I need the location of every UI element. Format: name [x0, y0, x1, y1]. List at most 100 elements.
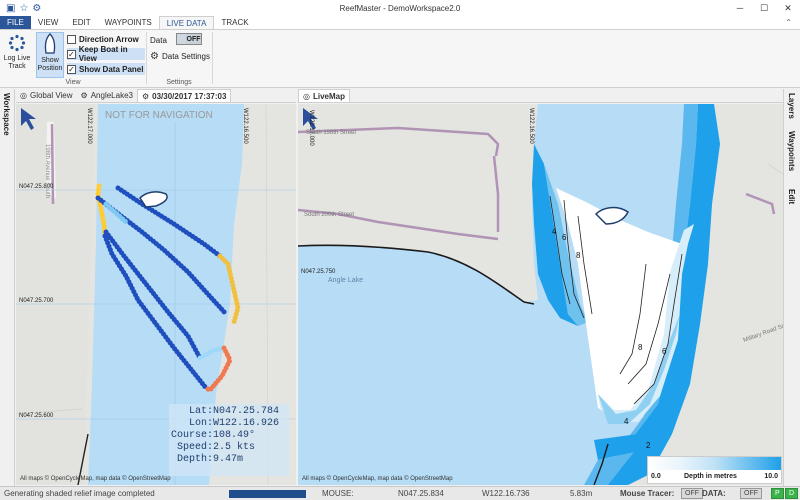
latitude-label: N047.25.600	[19, 413, 54, 419]
gear-icon[interactable]: ⚙	[32, 3, 41, 14]
mouse-depth: 5.83m	[570, 489, 593, 498]
data-status-label: DATA:	[702, 489, 726, 498]
street-label: South 198th Street	[306, 130, 356, 136]
road	[50, 123, 55, 205]
track-icon: ⚙	[141, 91, 150, 101]
depth-legend-title: Depth in metres	[684, 473, 737, 480]
minimize-button[interactable]: ─	[728, 0, 752, 16]
tab-track[interactable]: TRACK	[214, 16, 255, 29]
mouse-tracer-toggle[interactable]: OFF	[681, 488, 703, 499]
toggle-knob	[177, 34, 186, 44]
show-position-button[interactable]: Show Position	[36, 32, 64, 78]
close-button[interactable]: ✕	[776, 0, 800, 16]
street-label: South 200th Street	[304, 212, 354, 218]
ribbon-separator	[146, 32, 147, 84]
checkbox-box	[67, 35, 76, 44]
right-side-tabs: Layers Waypoints Edit	[783, 89, 800, 486]
window-title: ReefMaster - DemoWorkspace2.0	[339, 3, 461, 13]
show-data-panel-checkbox[interactable]: ✓ Show Data Panel	[67, 63, 145, 75]
data-settings-label: Data Settings	[161, 52, 210, 61]
contour-label: 4	[624, 417, 629, 426]
contour-label: 6	[662, 347, 667, 356]
longitude-label: W122.17.000	[308, 110, 314, 146]
depth-legend-gradient	[648, 457, 781, 470]
tab-anglelake3[interactable]: ⚙ AngleLake3	[77, 89, 137, 102]
data-row-speed: Speed: 2.5 kts	[169, 442, 289, 454]
tab-waypoints[interactable]: WAYPOINTS	[98, 16, 159, 29]
side-tab-edit[interactable]: Edit	[787, 189, 796, 204]
contour-label: 2	[646, 441, 651, 450]
show-position-label: Show Position	[37, 57, 63, 72]
keep-boat-in-view-checkbox[interactable]: ✓ Keep Boat in View	[67, 45, 145, 63]
mouse-latitude: N047.25.834	[398, 489, 444, 498]
data-row-label: Speed:	[176, 442, 213, 453]
side-tab-layers[interactable]: Layers	[787, 93, 796, 119]
tab-global-view[interactable]: ◎ Global View	[16, 89, 77, 102]
depth-legend: 0.0 Depth in metres 10.0	[647, 456, 782, 484]
settings-group-label: Settings	[166, 79, 192, 86]
check-icon: ✓	[67, 64, 76, 74]
log-live-track-button[interactable]: Log Live Track	[2, 34, 32, 78]
ribbon-collapse-icon[interactable]: ⌃	[785, 16, 800, 29]
mouse-label: MOUSE:	[322, 489, 354, 498]
tab-track-session[interactable]: ⚙ 03/30/2017 17:37:03	[136, 89, 232, 102]
tab-view[interactable]: VIEW	[31, 16, 65, 29]
depth-legend-max: 10.0	[764, 473, 778, 480]
boat-icon	[44, 33, 56, 54]
direction-arrow-label: Direction Arrow	[79, 35, 139, 44]
right-map-canvas[interactable]: W122.17.000 W122.16.500 N047.25.750 Angl…	[298, 104, 783, 485]
log-live-track-label: Log Live Track	[3, 55, 31, 70]
mouse-tracer-label: Mouse Tracer:	[620, 489, 675, 498]
p-indicator[interactable]: P	[771, 488, 784, 499]
ribbon-separator	[212, 32, 213, 84]
data-toggle[interactable]: OFF	[176, 33, 202, 45]
data-row-course: Course: 108.49°	[169, 430, 289, 442]
side-tab-waypoints[interactable]: Waypoints	[787, 131, 796, 171]
left-pane-tabs: ◎ Global View ⚙ AngleLake3 ⚙ 03/30/2017 17:…	[16, 89, 296, 103]
data-row-value: W122.16.926	[213, 418, 280, 429]
chart-icon: ⚙	[80, 91, 88, 100]
title-bar: ▣ ☆ ⚙ ReefMaster - DemoWorkspace2.0 ─ ☐ …	[0, 0, 800, 16]
street-label: 198th Avenue South	[44, 144, 50, 198]
longitude-label: W122.16.500	[528, 108, 534, 144]
save-icon[interactable]: ▣	[6, 3, 15, 14]
direction-arrow-checkbox[interactable]: Direction Arrow	[67, 34, 145, 45]
longitude-label: W122.17.000	[86, 108, 92, 144]
data-row-label: Lat:	[188, 406, 213, 417]
check-icon: ✓	[67, 49, 76, 59]
workspace-label: Workspace	[2, 93, 11, 136]
tab-live-data[interactable]: LIVE DATA	[158, 16, 215, 29]
data-status-toggle[interactable]: OFF	[740, 488, 762, 499]
right-map[interactable]: W122.17.000 W122.16.500 N047.25.750 Angl…	[298, 104, 783, 485]
contour-label: 4	[552, 227, 557, 236]
tab-edit[interactable]: EDIT	[65, 16, 97, 29]
longitude-label: W122.16.500	[242, 108, 248, 144]
mouse-longitude: W122.16.736	[482, 489, 530, 498]
data-settings-button[interactable]: ⚙ Data Settings	[150, 51, 210, 62]
data-row-value: 2.5 kts	[213, 442, 256, 453]
d-indicator[interactable]: D	[785, 488, 799, 499]
live-data-panel: Lat: N047.25.784 Lon: W122.16.926 Course: 1…	[169, 404, 289, 476]
left-map[interactable]: NOT FOR NAVIGATION N047.25.800 N047.25.7…	[16, 104, 296, 485]
star-icon[interactable]: ☆	[19, 3, 28, 14]
maximize-button[interactable]: ☐	[752, 0, 776, 16]
status-message: Generating shaded relief image completed	[4, 489, 155, 498]
data-row-label: Course:	[170, 430, 213, 441]
data-row-value: 9.47m	[213, 454, 244, 465]
contour-label: 6	[562, 233, 567, 242]
quick-access-toolbar: ▣ ☆ ⚙	[0, 3, 41, 14]
status-bar: Generating shaded relief image completed…	[0, 486, 800, 500]
ribbon-tabs: FILE VIEW EDIT WAYPOINTS LIVE DATA TRACK…	[0, 16, 800, 30]
show-data-panel-label: Show Data Panel	[79, 64, 144, 74]
tab-livemap[interactable]: ◎ LiveMap	[298, 89, 350, 102]
latitude-label: N047.25.750	[301, 269, 336, 275]
data-row-lon: Lon: W122.16.926	[169, 418, 289, 430]
tab-label: LiveMap	[312, 91, 345, 101]
tab-label: 03/30/2017 17:37:03	[152, 91, 227, 101]
workspace-side-tab[interactable]: Workspace	[0, 89, 15, 486]
log-track-icon	[8, 34, 26, 52]
view-group-label: View	[65, 79, 81, 86]
tab-file[interactable]: FILE	[0, 16, 31, 29]
contour-label: 8	[576, 251, 581, 260]
data-row-depth: Depth: 9.47m	[169, 454, 289, 466]
